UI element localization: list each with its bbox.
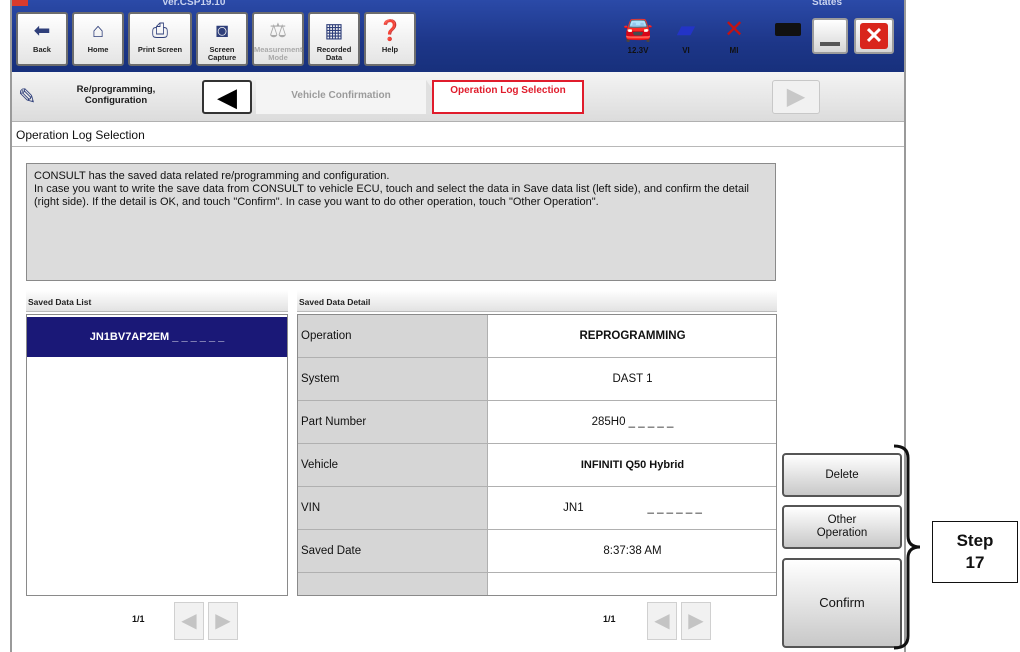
toolbar: Ver.CSP19.10 States ⬅ Back ⌂ Home ⎙ Prin…	[12, 0, 904, 72]
detail-row-part-number: Part Number 285H0 _ _ _ _ _	[298, 401, 776, 444]
home-button-label: Home	[87, 45, 109, 54]
recorded-data-button[interactable]: ▦ Recorded Data	[308, 12, 360, 66]
screen-capture-button[interactable]: ◙ Screen Capture	[196, 12, 248, 66]
breadcrumb-forward-button[interactable]: ▶	[772, 80, 820, 114]
left-arrow-icon: ◀	[654, 610, 670, 632]
right-arrow-icon: ▶	[786, 83, 806, 110]
left-arrow-icon: ◀	[181, 610, 197, 632]
detail-row-operation: Operation REPROGRAMMING	[298, 315, 776, 358]
measurement-mode-label: Measurement Mode	[254, 45, 303, 62]
consult-app-window: Ver.CSP19.10 States ⬅ Back ⌂ Home ⎙ Prin…	[10, 0, 906, 652]
left-arrow-icon: ◀	[217, 82, 237, 112]
detail-row-vehicle: Vehicle INFINITI Q50 Hybrid	[298, 444, 776, 487]
breadcrumb-reprogramming[interactable]: Re/programming, Configuration	[56, 84, 176, 106]
back-button-label: Back	[33, 45, 51, 54]
detail-label: Operation	[298, 315, 488, 357]
detail-value: 285H0 _ _ _ _ _	[591, 416, 674, 428]
step-annotation: Step 17	[932, 521, 1018, 583]
step-bracket	[893, 444, 921, 650]
mi-disconnected-icon: ✕	[723, 16, 745, 43]
battery-status: 🚘 12.3V	[618, 14, 658, 64]
instruction-text: CONSULT has the saved data related re/pr…	[34, 170, 749, 208]
breadcrumb: ✎ Re/programming, Configuration ◀ Vehicl…	[12, 72, 904, 122]
back-arrow-icon: ⬅	[33, 20, 51, 42]
reprogramming-icon: ✎	[18, 84, 37, 109]
measurement-icon: ⚖	[269, 20, 287, 42]
saved-data-detail: Operation REPROGRAMMING System DAST 1 Pa…	[297, 314, 777, 596]
saved-data-list-pager: 1/1 ◀ ▶	[26, 598, 288, 642]
list-prev-page-button[interactable]: ◀	[174, 602, 204, 640]
vi-label: VI	[682, 46, 690, 55]
saved-data-list: JN1BV7AP2EM _ _ _ _ _ _	[26, 314, 288, 596]
close-button[interactable]: ✕	[854, 18, 894, 54]
detail-value: JN1 _ _ _ _ _ _	[563, 502, 702, 514]
detail-label: Part Number	[298, 401, 488, 443]
minimize-icon	[820, 42, 840, 46]
logo-corner	[12, 0, 28, 6]
screen-capture-label: Screen Capture	[207, 45, 237, 62]
help-button[interactable]: ❓ Help	[364, 12, 416, 66]
print-screen-button[interactable]: ⎙ Print Screen	[128, 12, 192, 66]
measurement-mode-button[interactable]: ⚖ Measurement Mode	[252, 12, 304, 66]
version-label: Ver.CSP19.10	[162, 0, 226, 8]
detail-value: REPROGRAMMING	[579, 330, 686, 342]
detail-label: Vehicle	[298, 444, 488, 486]
saved-data-detail-header: Saved Data Detail	[297, 290, 777, 312]
detail-page-indicator: 1/1	[603, 614, 616, 624]
plug-icon	[775, 23, 801, 36]
breadcrumb-operation-log-selection: Operation Log Selection	[432, 80, 584, 114]
detail-value: 8:37:38 AM	[603, 545, 662, 557]
page-title: Operation Log Selection	[16, 128, 145, 142]
detail-row-saved-date: Saved Date 8:37:38 AM	[298, 530, 776, 573]
saved-data-list-header: Saved Data List	[26, 290, 288, 312]
step-label: Step 17	[956, 531, 994, 572]
battery-voltage: 12.3V	[627, 46, 649, 55]
detail-row-vin: VIN JN1 _ _ _ _ _ _	[298, 487, 776, 530]
list-next-page-button[interactable]: ▶	[208, 602, 238, 640]
detail-value: DAST 1	[612, 373, 653, 385]
printer-icon: ⎙	[152, 20, 168, 42]
car-icon: 🚘	[623, 16, 653, 43]
minimize-button[interactable]	[812, 18, 848, 54]
print-screen-label: Print Screen	[137, 45, 183, 54]
detail-label: VIN	[298, 487, 488, 529]
recorded-data-label: Recorded Data	[316, 45, 352, 62]
recorded-data-icon: ▦	[324, 20, 344, 42]
camera-icon: ◙	[215, 20, 229, 42]
other-operation-button[interactable]: Other Operation	[782, 505, 902, 549]
status-panel: 🚘 12.3V ▰ VI ✕ MI	[618, 14, 808, 64]
help-icon: ❓	[377, 20, 403, 42]
list-page-indicator: 1/1	[132, 614, 145, 624]
back-button[interactable]: ⬅ Back	[16, 12, 68, 66]
vi-icon: ▰	[676, 16, 696, 43]
detail-value: INFINITI Q50 Hybrid	[580, 459, 685, 471]
mi-status: ✕ MI	[714, 14, 754, 64]
saved-data-detail-pager: 1/1 ◀ ▶	[297, 598, 777, 642]
breadcrumb-back-button[interactable]: ◀	[202, 80, 252, 114]
mi-label: MI	[729, 46, 739, 55]
states-label: States	[811, 0, 842, 8]
right-arrow-icon: ▶	[215, 610, 231, 632]
detail-row-empty	[298, 573, 776, 595]
home-button[interactable]: ⌂ Home	[72, 12, 124, 66]
home-icon: ⌂	[91, 20, 105, 42]
instruction-message: CONSULT has the saved data related re/pr…	[26, 163, 776, 281]
title-divider	[12, 146, 904, 147]
detail-label-empty	[298, 573, 488, 595]
right-arrow-icon: ▶	[688, 610, 704, 632]
title-bar: Ver.CSP19.10 States	[12, 0, 904, 9]
delete-button[interactable]: Delete	[782, 453, 902, 497]
detail-row-system: System DAST 1	[298, 358, 776, 401]
help-button-label: Help	[381, 45, 399, 54]
connection-status	[768, 14, 808, 64]
detail-label: System	[298, 358, 488, 400]
list-item[interactable]: JN1BV7AP2EM _ _ _ _ _ _	[27, 317, 287, 357]
detail-label: Saved Date	[298, 530, 488, 572]
vi-status: ▰ VI	[666, 14, 706, 64]
detail-next-page-button[interactable]: ▶	[681, 602, 711, 640]
close-icon: ✕	[860, 23, 888, 49]
breadcrumb-vehicle-confirmation: Vehicle Confirmation	[256, 80, 426, 114]
confirm-button[interactable]: Confirm	[782, 558, 902, 648]
detail-prev-page-button[interactable]: ◀	[647, 602, 677, 640]
